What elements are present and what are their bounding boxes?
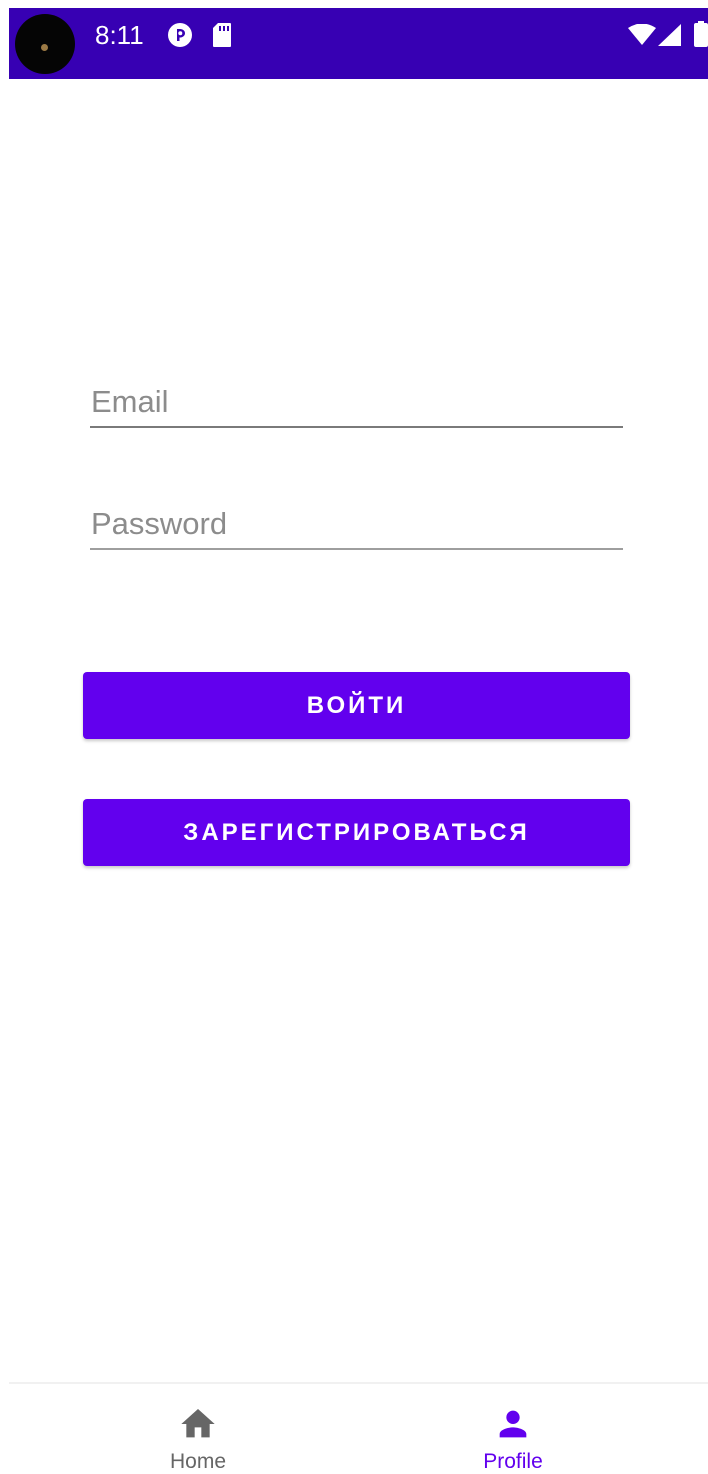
nav-label-home: Home xyxy=(169,1450,227,1473)
bottom-navigation: Home Profile xyxy=(9,1382,708,1474)
pocket-casts-icon xyxy=(167,22,193,48)
password-field-container xyxy=(90,506,623,550)
register-button[interactable]: ЗАРЕГИСТРИРОВАТЬСЯ xyxy=(83,799,630,866)
email-field-container xyxy=(90,384,623,428)
battery-icon xyxy=(694,21,708,47)
wifi-icon xyxy=(628,24,656,50)
status-bar: 8:11 xyxy=(9,8,708,79)
nav-label-profile: Profile xyxy=(483,1450,543,1473)
password-input[interactable] xyxy=(90,506,623,550)
person-icon xyxy=(493,1404,533,1444)
login-screen: 8:11 Email ВОЙТИ ЗАРЕГИСТРИРОВАТЬСЯ Home… xyxy=(0,0,708,1474)
sd-card-icon xyxy=(212,22,232,48)
login-button[interactable]: ВОЙТИ xyxy=(83,672,630,739)
status-time: 8:11 xyxy=(95,20,144,50)
signal-icon xyxy=(658,24,682,50)
nav-item-home[interactable]: Home xyxy=(98,1384,298,1474)
nav-item-profile[interactable]: Profile xyxy=(413,1384,613,1474)
home-icon xyxy=(178,1404,218,1444)
camera-cutout-icon xyxy=(15,14,75,74)
email-input[interactable] xyxy=(90,384,623,428)
